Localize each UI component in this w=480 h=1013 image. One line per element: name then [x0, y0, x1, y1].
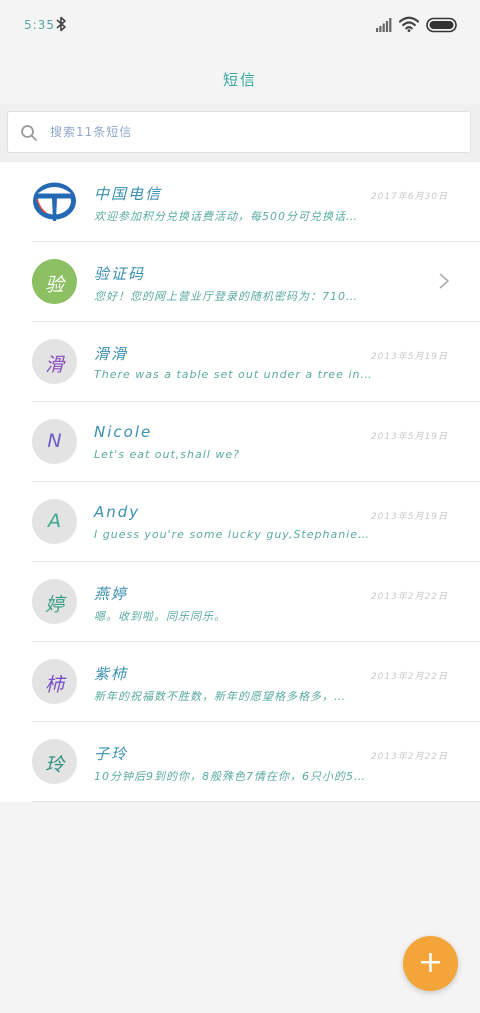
status-bar: 5:35 — [0, 0, 480, 50]
message-date: 2017年6月30日 — [370, 192, 448, 202]
contact-name: Nicole — [94, 423, 153, 441]
message-preview: 您好！您的网上营业厅登录的随机密码为：710… — [94, 290, 358, 303]
message-date: 2013年5月19日 — [370, 432, 448, 442]
divider — [32, 801, 480, 802]
avatar-initial: 滑 — [44, 354, 64, 376]
avatar: 验 — [32, 259, 77, 304]
message-date: 2013年5月19日 — [370, 512, 448, 522]
message-preview: 10分钟后9到的你，8般殊色7情在你，6只小的5… — [94, 770, 366, 783]
conversation-row[interactable]: A Andy 2013年5月19日 I guess you're some lu… — [0, 482, 480, 562]
contact-name: 子玲 — [94, 745, 129, 763]
page-title: 短信 — [222, 71, 257, 89]
avatar-initial: A — [48, 510, 61, 532]
status-time: 5:35 — [24, 18, 55, 32]
conversation-row[interactable]: 婷 燕婷 2013年2月22日 嗯。收到啦。同乐同乐。 — [0, 562, 480, 642]
signal-icon — [376, 18, 392, 32]
battery-icon — [426, 17, 457, 33]
avatar-initial: 玲 — [44, 754, 64, 776]
conversation-row[interactable]: 玲 子玲 2013年2月22日 10分钟后9到的你，8般殊色7情在你，6只小的5… — [0, 722, 480, 802]
conversation-row[interactable]: 柿 紫柿 2013年2月22日 新年的祝福数不胜数，新年的愿望格多格多，… — [0, 642, 480, 722]
conversation-row[interactable]: 验 验证码 您好！您的网上营业厅登录的随机密码为：710… — [0, 242, 480, 322]
avatar-initial: 婷 — [44, 594, 64, 616]
search-area — [0, 104, 480, 162]
avatar: A — [32, 499, 77, 544]
contact-name: 中国电信 — [94, 185, 163, 203]
message-date: 2013年2月22日 — [370, 672, 448, 682]
search-icon — [21, 125, 37, 141]
avatar: 滑 — [32, 339, 77, 384]
message-date: 2013年2月22日 — [370, 752, 448, 762]
china-telecom-logo-icon — [33, 182, 76, 221]
message-preview: Let's eat out,shall we? — [94, 448, 240, 461]
conversation-row[interactable]: N Nicole 2013年5月19日 Let's eat out,shall … — [0, 402, 480, 482]
message-preview: I guess you're some lucky guy,Stephanie… — [94, 528, 370, 541]
search-input[interactable] — [50, 116, 450, 148]
avatar: 柿 — [32, 659, 77, 704]
avatar-initial: N — [47, 430, 62, 452]
title-bar: 短信 — [0, 50, 480, 104]
new-message-button[interactable]: + — [403, 936, 458, 991]
bluetooth-icon — [56, 16, 66, 32]
contact-name: Andy — [94, 503, 141, 521]
contact-name: 燕婷 — [94, 585, 129, 603]
avatar-initial: 柿 — [44, 674, 64, 696]
message-preview: 新年的祝福数不胜数，新年的愿望格多格多，… — [94, 690, 346, 703]
contact-name: 紫柿 — [94, 665, 129, 683]
conversation-row[interactable]: 滑 滑滑 2013年5月19日 There was a table set ou… — [0, 322, 480, 402]
avatar: N — [32, 419, 77, 464]
conversation-row[interactable]: 中国电信 2017年6月30日 欢迎参加积分兑换话费活动，每500分可兑换话… — [0, 162, 480, 242]
search-box[interactable] — [7, 111, 471, 153]
wifi-icon — [399, 16, 419, 32]
avatar: 玲 — [32, 739, 77, 784]
conversation-list: 中国电信 2017年6月30日 欢迎参加积分兑换话费活动，每500分可兑换话… … — [0, 162, 480, 802]
message-preview: 嗯。收到啦。同乐同乐。 — [94, 610, 226, 623]
contact-name: 滑滑 — [94, 345, 129, 363]
message-date: 2013年5月19日 — [370, 352, 448, 362]
avatar: 婷 — [32, 579, 77, 624]
chevron-right-icon — [439, 273, 450, 289]
avatar-initial: 验 — [44, 274, 64, 296]
plus-icon: + — [417, 945, 444, 980]
message-preview: There was a table set out under a tree i… — [94, 368, 373, 381]
message-date: 2013年2月22日 — [370, 592, 448, 602]
contact-name: 验证码 — [94, 265, 146, 283]
message-preview: 欢迎参加积分兑换话费活动，每500分可兑换话… — [94, 210, 358, 223]
avatar — [32, 179, 77, 224]
